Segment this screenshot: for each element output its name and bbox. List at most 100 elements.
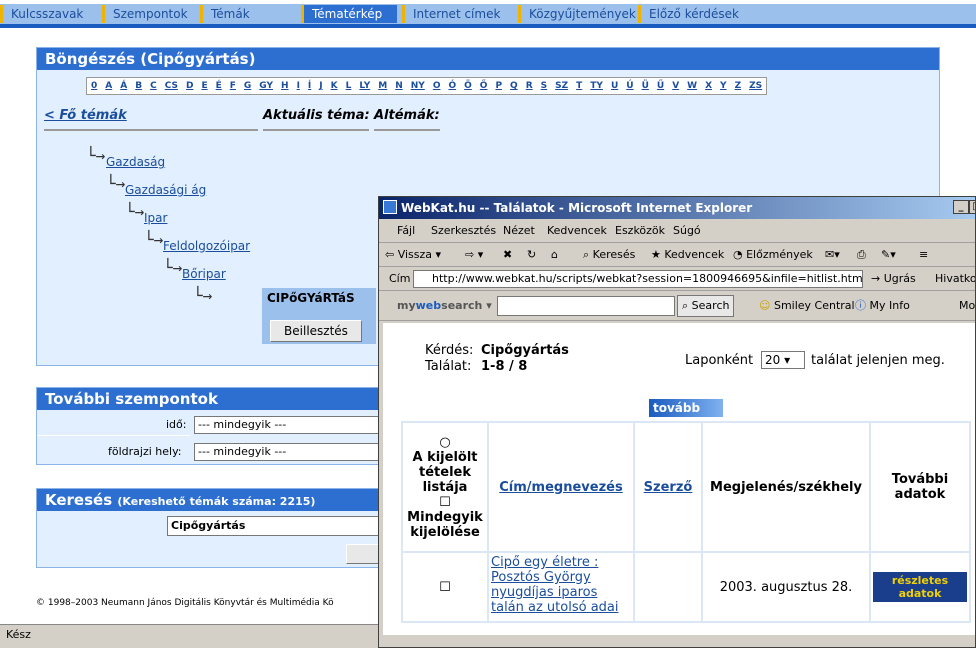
letter-link[interactable]: Ó (444, 78, 460, 94)
menu-item[interactable]: Eszközök (615, 219, 665, 243)
letter-link[interactable]: C (146, 78, 161, 94)
letter-link[interactable]: E (197, 78, 211, 94)
letter-link[interactable]: F (226, 78, 240, 94)
letter-link[interactable]: G (240, 78, 255, 94)
letter-link[interactable]: H (277, 78, 293, 94)
per-page-select[interactable]: 20 ▾ (761, 351, 805, 369)
letter-link[interactable]: Ü (638, 78, 653, 94)
col-title-link[interactable]: Cím/megnevezés (499, 480, 622, 495)
print-icon[interactable]: ⎙ (857, 243, 866, 267)
tree-item-ipar[interactable]: Ipar (144, 211, 167, 225)
letter-link[interactable]: W (683, 78, 701, 94)
letter-link[interactable]: L (342, 78, 356, 94)
row-checkbox[interactable]: ☐ (401, 551, 489, 623)
letter-link[interactable]: T (572, 78, 586, 94)
nav-tab-topic-map[interactable]: Tématérkép (301, 5, 397, 23)
search-input[interactable]: Cipőgyártás (167, 516, 380, 536)
tree-item-boripar[interactable]: Bőripar (182, 267, 226, 281)
author-column-header[interactable]: Szerző (633, 421, 703, 553)
letter-link[interactable]: Í (304, 78, 315, 94)
letter-link[interactable]: O (429, 78, 445, 94)
select-all-checkbox[interactable]: ☐ (405, 495, 485, 510)
nav-tab-collections[interactable]: Közgyűjtemények (518, 5, 636, 23)
websearch-button[interactable]: ⌕ Search (677, 295, 735, 317)
forward-icon[interactable]: ⇨ ▾ (465, 243, 483, 267)
letter-link[interactable]: CS (161, 78, 182, 94)
menu-item[interactable]: Súgó (673, 219, 701, 243)
insert-button[interactable]: Beillesztés (270, 320, 362, 342)
letter-link[interactable]: B (131, 78, 146, 94)
letter-link[interactable]: I (293, 78, 304, 94)
geo-select[interactable]: --- mindegyik --- (194, 443, 380, 461)
tree-item-feldolgozoipar[interactable]: Feldolgozóipar (163, 239, 250, 253)
letter-link[interactable]: 0 (87, 78, 101, 94)
stop-icon[interactable]: ✖ (503, 243, 512, 267)
search-toolbar-button[interactable]: ⌕ Keresés (583, 243, 635, 267)
my-info-link[interactable]: ⓘ My Info (855, 291, 910, 321)
back-button[interactable]: ⇦ Vissza ▾ (385, 243, 441, 267)
links-label[interactable]: Hivatkoz (935, 267, 975, 291)
letter-link[interactable]: GY (255, 78, 277, 94)
letter-link[interactable]: Ű (653, 78, 668, 94)
letter-link[interactable]: É (212, 78, 226, 94)
letter-link[interactable]: Y (716, 78, 731, 94)
next-button[interactable]: tovább (649, 399, 723, 417)
letter-link[interactable]: Ú (622, 78, 637, 94)
letter-link[interactable]: A (101, 78, 116, 94)
letter-link[interactable]: U (607, 78, 622, 94)
menu-item[interactable]: Nézet (503, 219, 535, 243)
menu-item[interactable]: Kedvencek (547, 219, 607, 243)
refresh-icon[interactable]: ↻ (527, 243, 536, 267)
more-link[interactable]: Mo (959, 291, 975, 321)
letter-link[interactable]: M (374, 78, 391, 94)
edit-icon[interactable]: ✎▾ (881, 243, 896, 267)
minimize-icon[interactable]: _ (953, 200, 969, 214)
discuss-icon[interactable]: ≡ (919, 243, 928, 267)
letter-link[interactable]: Ö (460, 78, 476, 94)
letter-link[interactable]: N (391, 78, 407, 94)
letter-link[interactable]: J (315, 78, 326, 94)
favorites-button[interactable]: ★ Kedvencek (651, 243, 724, 267)
letter-link[interactable]: P (491, 78, 506, 94)
letter-link[interactable]: Ő (476, 78, 492, 94)
letter-link[interactable]: LY (355, 78, 374, 94)
letter-link[interactable]: SZ (551, 78, 572, 94)
search-submit-button[interactable] (346, 544, 380, 564)
nav-tab-previous-queries[interactable]: Előző kérdések (638, 5, 758, 23)
menu-item[interactable]: Szerkesztés (431, 219, 496, 243)
smiley-central-link[interactable]: ☺ Smiley Central (759, 291, 855, 321)
nav-tab-aspects[interactable]: Szempontok (102, 5, 198, 23)
nav-tab-internet-addresses[interactable]: Internet címek (402, 5, 514, 23)
letter-link[interactable]: D (182, 78, 197, 94)
restore-icon[interactable]: □ (969, 200, 975, 214)
letter-link[interactable]: ZS (745, 78, 766, 94)
letter-link[interactable]: K (327, 78, 342, 94)
nav-tab-topics[interactable]: Témák (200, 5, 296, 23)
letter-link[interactable]: Á (116, 78, 131, 94)
address-input[interactable]: http://www.webkat.hu/scripts/webkat?sess… (413, 270, 863, 288)
tree-item-gazdasag[interactable]: Gazdaság (106, 155, 165, 169)
tree-item-gazdasagi-ag[interactable]: Gazdasági ág (125, 183, 206, 197)
menu-item[interactable]: Fájl (397, 219, 415, 243)
home-icon[interactable]: ⌂ (551, 243, 558, 267)
history-button[interactable]: ◔ Előzmények (733, 243, 813, 267)
select-radio[interactable]: ○ (405, 435, 485, 450)
go-button[interactable]: → Ugrás (871, 267, 916, 291)
main-topics-link[interactable]: < Fő témák (44, 108, 127, 123)
letter-link[interactable]: V (668, 78, 683, 94)
title-column-header[interactable]: Cím/megnevezés (487, 421, 635, 553)
details-button[interactable]: részletes adatok (873, 572, 967, 602)
letter-link[interactable]: NY (407, 78, 429, 94)
time-select[interactable]: --- mindegyik --- (194, 416, 380, 434)
letter-link[interactable]: TY (586, 78, 607, 94)
row-title-link[interactable]: Cipő egy életre : Posztós György nyugdíj… (491, 555, 619, 615)
nav-tab-keywords[interactable]: Kulcsszavak (0, 5, 100, 23)
col-author-link[interactable]: Szerző (644, 480, 693, 495)
letter-link[interactable]: S (537, 78, 551, 94)
letter-link[interactable]: R (522, 78, 537, 94)
letter-link[interactable]: X (701, 78, 716, 94)
letter-link[interactable]: Z (731, 78, 746, 94)
letter-link[interactable]: Q (506, 78, 522, 94)
mail-icon[interactable]: ✉▾ (825, 243, 840, 267)
websearch-input[interactable] (497, 296, 675, 316)
